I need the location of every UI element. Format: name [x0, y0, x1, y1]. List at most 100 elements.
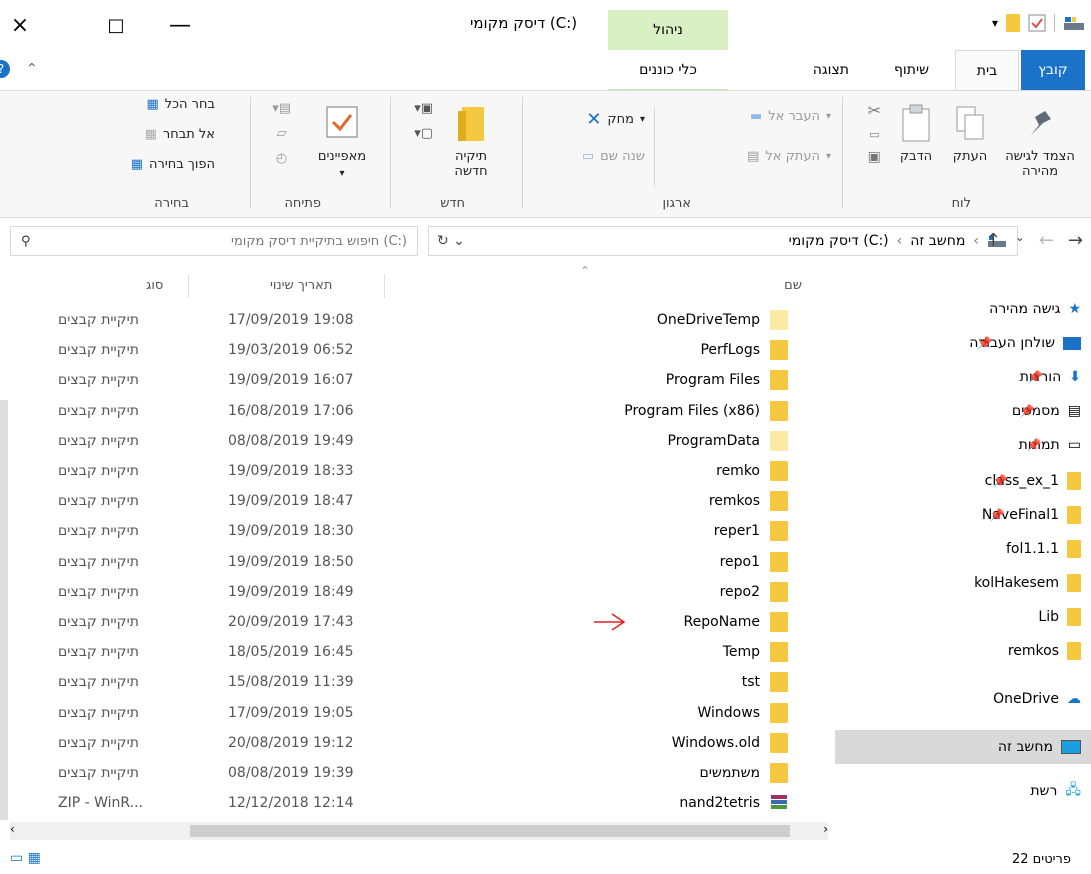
column-header-type[interactable]: סוג	[146, 278, 163, 293]
file-type: תיקיית קבצים	[58, 463, 139, 479]
move-to-icon: ▬	[749, 109, 763, 124]
close-button[interactable]: ×	[0, 10, 40, 40]
nav-label: מחשב זה	[997, 739, 1053, 755]
search-input[interactable]: ⚲ חיפוש בתיקיית דיסק מקומי (C:)	[10, 226, 418, 256]
tab-home[interactable]: בית	[955, 50, 1019, 90]
recent-chevron-icon[interactable]: ⌄	[1015, 230, 1025, 251]
folder-icon	[770, 430, 788, 451]
rename-button[interactable]: ▭ שנה שם	[582, 149, 645, 164]
table-row[interactable]: nand2tetris 12/12/2018 12:14 ZIP - WinR...	[10, 789, 820, 818]
column-divider[interactable]	[188, 274, 189, 298]
edit-icon[interactable]: ▱	[277, 126, 287, 141]
table-row[interactable]: Temp 18/05/2019 16:45 תיקיית קבצים	[10, 638, 820, 667]
table-row[interactable]: Program Files 19/09/2019 16:07 תיקיית קבצי…	[10, 366, 820, 395]
copy-button[interactable]: העתק	[945, 103, 995, 164]
properties-button[interactable]: מאפיינים ▾	[307, 103, 377, 179]
maximize-button[interactable]: □	[96, 10, 136, 40]
nav-lib[interactable]: Lib	[1038, 602, 1081, 632]
new-item-icon[interactable]: ▾▣	[414, 101, 433, 116]
table-row[interactable]: repo2 19/09/2019 18:49 תיקיית קבצים	[10, 578, 820, 607]
nav-kolhakesem[interactable]: kolHakesem	[974, 568, 1081, 598]
column-header-name[interactable]: שם	[784, 278, 802, 293]
move-to-button[interactable]: ▬ העבר אל ▾	[750, 109, 831, 124]
table-row[interactable]: repo1 19/09/2019 18:50 תיקיית קבצים	[10, 548, 820, 577]
manage-context-tab[interactable]: ניהול	[608, 10, 728, 50]
refresh-icon[interactable]: ↻ ⌄	[437, 233, 465, 249]
pin-icon[interactable]: 📌	[1028, 370, 1043, 384]
cloud-icon: ☁	[1067, 691, 1081, 707]
easy-access-icon[interactable]: ▾▢	[414, 126, 433, 141]
table-row[interactable]: Windows 17/09/2019 19:05 תיקיית קבצים	[10, 699, 820, 728]
tab-drive-tools[interactable]: כלי כוננים	[608, 50, 728, 90]
pin-quick-access-button[interactable]: הצמד לגישה מהירה	[997, 103, 1083, 179]
help-icon[interactable]: ?	[0, 60, 10, 78]
nav-label: רשת	[1030, 783, 1058, 799]
invert-selection-button[interactable]: ▦ הפוך בחירה	[131, 157, 215, 172]
up-arrow-icon[interactable]: ↑	[986, 230, 1001, 251]
nav-documents[interactable]: מסמכים ▤ 📌	[1012, 396, 1081, 426]
new-folder-icon[interactable]	[1006, 14, 1020, 32]
tab-view[interactable]: תצוגה	[799, 50, 863, 90]
breadcrumb-this-pc[interactable]: מחשב זה	[910, 233, 965, 249]
select-none-button[interactable]: ▦ אל תבחר	[145, 127, 215, 142]
minimize-button[interactable]: —	[160, 10, 200, 40]
table-row[interactable]: RepoName 20/09/2019 17:43 תיקיית קבצים	[10, 608, 820, 637]
new-folder-button[interactable]: תיקיה חדשה	[443, 103, 499, 179]
table-row[interactable]: remkos 19/09/2019 18:47 תיקיית קבצים	[10, 487, 820, 516]
delete-button[interactable]: ✕ מחק ▾	[586, 109, 645, 130]
file-date: 08/08/2019 19:39	[228, 765, 354, 781]
horizontal-scrollbar[interactable]: ‹ ›	[10, 822, 828, 840]
breadcrumb-drive[interactable]: דיסק מקומי (C:)	[789, 233, 889, 249]
scroll-left-icon[interactable]: ‹	[10, 822, 15, 836]
invert-selection-label: הפוך בחירה	[148, 157, 215, 172]
nav-downloads[interactable]: הורדות ⬇ 📌	[1020, 362, 1081, 392]
cut-icon[interactable]: ✂	[868, 101, 881, 120]
select-all-button[interactable]: ▦ בחר הכל	[146, 97, 215, 112]
history-icon[interactable]: ◴	[276, 151, 287, 166]
forward-arrow-icon[interactable]: ←	[1039, 230, 1054, 251]
table-row[interactable]: ProgramData 08/08/2019 19:49 תיקיית קבצים	[10, 427, 820, 456]
nav-pictures[interactable]: תמונות ▭ 📌	[1019, 430, 1081, 460]
tab-file[interactable]: קובץ	[1021, 50, 1085, 90]
nav-this-pc[interactable]: מחשב זה	[835, 730, 1091, 764]
nav-fol111[interactable]: fol1.1.1	[1006, 534, 1081, 564]
table-row[interactable]: PerfLogs 19/03/2019 06:52 תיקיית קבצים	[10, 336, 820, 365]
pin-icon[interactable]: 📌	[1027, 438, 1042, 452]
pin-icon[interactable]: 📌	[977, 336, 992, 350]
table-row[interactable]: Program Files (x86) 16/08/2019 17:06 תיקיי…	[10, 397, 820, 426]
table-row[interactable]: remko 19/09/2019 18:33 תיקיית קבצים	[10, 457, 820, 486]
pin-icon[interactable]: 📌	[990, 508, 1005, 522]
tab-share[interactable]: שיתוף	[880, 50, 943, 90]
pin-icon[interactable]: 📌	[993, 474, 1008, 488]
address-bar[interactable]: ↻ ⌄ דיסק מקומי (C:) ‹ מחשב זה ‹	[428, 226, 1018, 256]
back-arrow-icon[interactable]: →	[1068, 230, 1083, 251]
paste-button[interactable]: הדבק	[891, 103, 941, 164]
table-row[interactable]: Windows.old 20/08/2019 19:12 תיקיית קבצים	[10, 729, 820, 758]
table-row[interactable]: reper1 19/09/2019 18:30 תיקיית קבצים	[10, 517, 820, 546]
paste-shortcut-icon[interactable]: ▣	[868, 149, 881, 165]
copy-to-button[interactable]: ▤ העתק אל ▾	[747, 149, 831, 164]
nav-desktop[interactable]: שולחן העבודה 📌	[969, 328, 1081, 358]
nav-navefinal1[interactable]: NaveFinal1 📌	[982, 500, 1081, 530]
table-row[interactable]: OneDriveTemp 17/09/2019 19:08 תיקיית קבצים	[10, 306, 820, 335]
nav-onedrive[interactable]: OneDrive ☁	[993, 684, 1081, 714]
nav-network[interactable]: רשת 🖧	[1030, 776, 1081, 806]
file-type: תיקיית קבצים	[58, 402, 139, 419]
view-toggle-details-icon[interactable]: ▭ ▦	[10, 850, 41, 866]
copy-path-icon[interactable]: ▭	[869, 128, 879, 141]
table-row[interactable]: tst 15/08/2019 11:39 תיקיית קבצים	[10, 668, 820, 697]
scroll-right-icon[interactable]: ›	[823, 822, 828, 836]
nav-remkos[interactable]: remkos	[1008, 636, 1081, 666]
properties-check-icon[interactable]	[1028, 14, 1046, 32]
column-divider[interactable]	[384, 274, 385, 298]
scroll-thumb[interactable]	[190, 825, 790, 837]
column-header-date[interactable]: תאריך שינוי	[270, 278, 332, 293]
open-icon[interactable]: ▾▤	[272, 101, 291, 116]
nav-quick-access[interactable]: גישה מהירה ★	[989, 294, 1081, 324]
table-row[interactable]: משתמשים 08/08/2019 19:39 תיקיית קבצים	[10, 759, 820, 788]
pin-icon[interactable]: 📌	[1020, 404, 1035, 418]
chevron-down-icon[interactable]: ▾	[992, 16, 998, 30]
vertical-scrollbar[interactable]	[0, 400, 8, 820]
nav-class-ex-1[interactable]: class_ex_1 📌	[985, 466, 1081, 496]
collapse-ribbon-icon[interactable]: ⌃	[26, 61, 38, 77]
